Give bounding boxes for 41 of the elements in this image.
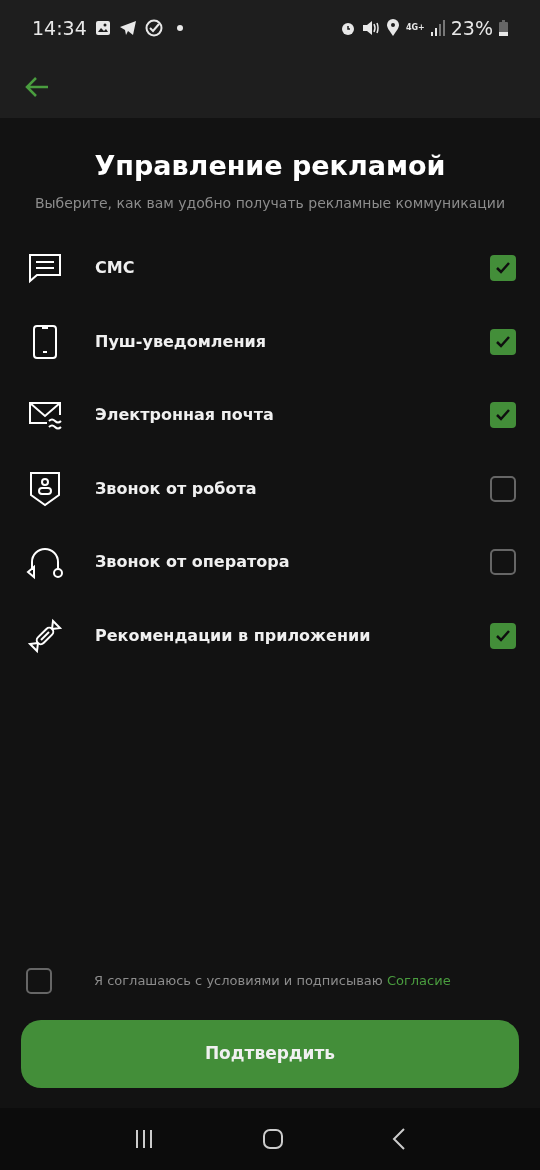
dot-icon [176, 25, 183, 31]
recent-apps-icon[interactable] [134, 1129, 154, 1149]
gallery-icon [94, 20, 111, 36]
confirm-button[interactable]: Подтвердить [21, 1020, 519, 1088]
candy-icon [26, 616, 64, 655]
checkbox[interactable] [26, 968, 52, 994]
checkbox[interactable] [490, 402, 516, 429]
alarm-icon [339, 20, 356, 36]
checkbox[interactable] [490, 255, 516, 282]
status-time: 14:34 [32, 15, 87, 41]
check-circle-icon [144, 19, 163, 37]
battery-percent: 23% [450, 15, 493, 41]
home-icon[interactable] [262, 1128, 284, 1150]
option-label: Рекомендации в приложении [95, 624, 372, 647]
back-nav-icon[interactable] [392, 1128, 406, 1150]
envelope-icon [27, 399, 63, 432]
page-subtitle: Выберите, как вам удобно получать рекламные коммуникации [33, 193, 507, 213]
option-label: СМС [95, 257, 136, 280]
page-title: Управление рекламой [93, 149, 447, 183]
option-label: Пуш-уведомления [95, 330, 267, 353]
check-icon [495, 408, 511, 423]
check-icon [495, 334, 511, 349]
message-icon [27, 252, 63, 285]
check-icon [495, 261, 511, 276]
battery-icon [499, 20, 508, 36]
option-label: Звонок от оператора [95, 551, 291, 574]
consent-link[interactable]: Согласие [386, 973, 451, 989]
checkbox[interactable] [490, 328, 516, 355]
option-label: Электронная почта [95, 404, 275, 427]
checkbox[interactable] [490, 622, 516, 649]
consent-text: Я соглашаюсь с условиями и подписываю Согласие [94, 972, 451, 991]
signal-icon [430, 20, 445, 36]
shield-person-icon [28, 469, 62, 508]
option-label: Звонок от робота [95, 477, 258, 500]
checkbox[interactable] [490, 549, 516, 576]
location-icon [385, 19, 400, 37]
check-icon [495, 628, 511, 643]
checkbox[interactable] [490, 475, 516, 502]
back-icon[interactable] [24, 76, 50, 98]
phone-icon [32, 323, 58, 360]
network-type: 4G+ [405, 24, 425, 32]
